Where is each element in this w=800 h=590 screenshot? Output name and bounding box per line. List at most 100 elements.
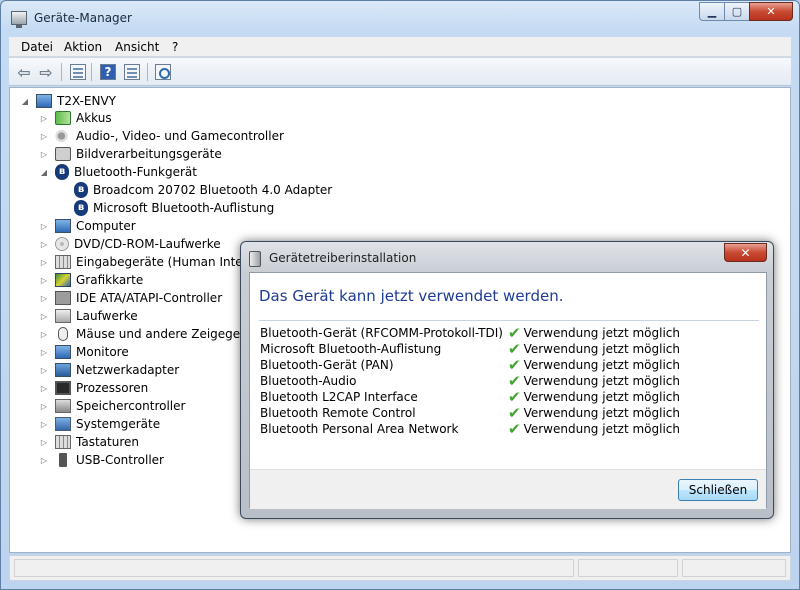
- tree-node-label: Prozessoren: [76, 381, 149, 395]
- caption-buttons: ▁ ▢ ✕: [699, 2, 793, 22]
- tree-node-keyboards[interactable]: ▷ Tastaturen: [39, 433, 139, 451]
- device-name: Bluetooth-Gerät (RFCOMM-Protokoll-TDI): [260, 326, 503, 340]
- usb-icon: [59, 453, 67, 467]
- title-bar[interactable]: Geräte-Manager ▁ ▢ ✕: [1, 1, 799, 35]
- close-icon: ✕: [740, 245, 751, 260]
- expand-arrow-icon[interactable]: ▷: [39, 366, 49, 375]
- menu-ansicht[interactable]: Ansicht: [115, 40, 159, 54]
- tree-node-computer[interactable]: ▷ Computer: [39, 217, 136, 235]
- tree-node-label: Bluetooth-Funkgerät: [74, 165, 197, 179]
- tree-root[interactable]: ◢ T2X-ENVY: [20, 92, 116, 110]
- expand-arrow-icon[interactable]: ▷: [39, 150, 49, 159]
- bluetooth-icon: ʙ: [55, 164, 69, 180]
- device-status: ✔ Verwendung jetzt möglich: [508, 372, 680, 390]
- dialog-heading: Das Gerät kann jetzt verwendet werden.: [259, 287, 564, 305]
- maximize-button[interactable]: ▢: [724, 2, 750, 21]
- tree-node-label: Monitore: [76, 345, 129, 359]
- properties-button[interactable]: [123, 63, 141, 81]
- show-hide-console-tree-button[interactable]: [69, 63, 87, 81]
- tree-node-bluetooth[interactable]: ◢ ʙ Bluetooth-Funkgerät: [39, 163, 197, 181]
- forward-button[interactable]: ⇨: [37, 63, 55, 82]
- tree-node-ms-bluetooth-enum[interactable]: ʙ Microsoft Bluetooth-Auflistung: [74, 199, 274, 217]
- tree-node-network[interactable]: ▷ Netzwerkadapter: [39, 361, 179, 379]
- expand-arrow-icon[interactable]: ▷: [39, 456, 49, 465]
- tree-node-system[interactable]: ▷ Systemgeräte: [39, 415, 160, 433]
- device-status: ✔ Verwendung jetzt möglich: [508, 324, 680, 342]
- tree-node-label: Grafikkarte: [76, 273, 144, 287]
- status-text: Verwendung jetzt möglich: [523, 326, 680, 340]
- expand-arrow-icon[interactable]: ▷: [39, 114, 49, 123]
- menu-aktion[interactable]: Aktion: [64, 40, 102, 54]
- disk-drive-icon: [55, 309, 71, 323]
- tree-node-label: Systemgeräte: [76, 417, 161, 431]
- expand-arrow-icon[interactable]: ▷: [39, 330, 49, 339]
- tree-node-storage[interactable]: ▷ Speichercontroller: [39, 397, 185, 415]
- monitor-icon: [55, 345, 71, 359]
- minimize-button[interactable]: ▁: [699, 2, 725, 21]
- collapse-arrow-icon[interactable]: ◢: [39, 168, 49, 177]
- tree-node-drives[interactable]: ▷ Laufwerke: [39, 307, 138, 325]
- tree-node-mice[interactable]: ▷ Mäuse und andere Zeigegeräte: [39, 325, 265, 343]
- processor-icon: [55, 381, 71, 395]
- status-cell: [682, 559, 786, 577]
- collapse-arrow-icon[interactable]: ◢: [20, 97, 30, 106]
- device-name: Bluetooth Remote Control: [260, 406, 416, 420]
- dialog-title: Gerätetreiberinstallation: [269, 251, 417, 265]
- dialog-close-button[interactable]: ✕: [724, 243, 767, 262]
- toolbar-separator: [147, 63, 148, 81]
- divider: [259, 320, 759, 321]
- tree-node-label: Netzwerkadapter: [76, 363, 180, 377]
- expand-arrow-icon[interactable]: ▷: [39, 222, 49, 231]
- menu-datei[interactable]: Datei: [21, 40, 53, 54]
- expand-arrow-icon[interactable]: ▷: [39, 348, 49, 357]
- tree-node-broadcom-adapter[interactable]: ʙ Broadcom 20702 Bluetooth 4.0 Adapter: [74, 181, 332, 199]
- device-status: ✔ Verwendung jetzt möglich: [508, 342, 680, 357]
- tree-node-graphics[interactable]: ▷ Grafikkarte: [39, 271, 143, 289]
- tree-node-imaging[interactable]: ▷ Bildverarbeitungsgeräte: [39, 145, 222, 163]
- storage-controller-icon: [55, 399, 71, 413]
- tree-node-dvd[interactable]: ▷ DVD/CD-ROM-Laufwerke: [39, 235, 221, 253]
- tree-node-ide[interactable]: ▷ IDE ATA/ATAPI-Controller: [39, 289, 222, 307]
- camera-icon: [55, 147, 71, 161]
- tree-node-label: Audio-, Video- und Gamecontroller: [76, 129, 284, 143]
- expand-arrow-icon[interactable]: ▷: [39, 132, 49, 141]
- checkmark-icon: ✔: [508, 372, 521, 390]
- toolbar-separator: [61, 63, 62, 81]
- device-status: ✔ Verwendung jetzt möglich: [508, 356, 680, 374]
- checkmark-icon: ✔: [508, 356, 521, 374]
- tree-node-audio[interactable]: ▷ Audio-, Video- und Gamecontroller: [39, 127, 284, 145]
- tree-node-label: Laufwerke: [76, 309, 138, 323]
- maximize-icon: ▢: [731, 5, 743, 18]
- expand-arrow-icon[interactable]: ▷: [39, 276, 49, 285]
- expand-arrow-icon[interactable]: ▷: [39, 420, 49, 429]
- menu-help[interactable]: ?: [172, 40, 178, 54]
- back-button[interactable]: ⇦: [15, 63, 33, 82]
- bluetooth-icon: ʙ: [74, 200, 88, 216]
- tree-node-processors[interactable]: ▷ Prozessoren: [39, 379, 148, 397]
- schliessen-button[interactable]: Schließen: [678, 479, 758, 501]
- expand-arrow-icon[interactable]: ▷: [39, 384, 49, 393]
- checkmark-icon: ✔: [508, 324, 521, 342]
- expand-arrow-icon[interactable]: ▷: [39, 258, 49, 267]
- status-text: Verwendung jetzt möglich: [523, 342, 680, 356]
- expand-arrow-icon[interactable]: ▷: [39, 312, 49, 321]
- tree-node-usb[interactable]: ▷ USB-Controller: [39, 451, 164, 469]
- tree-node-akkus[interactable]: ▷ Akkus: [39, 109, 112, 127]
- bluetooth-icon: ʙ: [74, 182, 88, 198]
- checkmark-icon: ✔: [508, 388, 521, 406]
- device-status: ✔ Verwendung jetzt möglich: [508, 422, 680, 437]
- help-button[interactable]: ?: [99, 63, 117, 81]
- expand-arrow-icon[interactable]: ▷: [39, 240, 49, 249]
- expand-arrow-icon[interactable]: ▷: [39, 294, 49, 303]
- tree-node-label: Mäuse und andere Zeigegeräte: [76, 327, 265, 341]
- tree-node-label: IDE ATA/ATAPI-Controller: [76, 291, 223, 305]
- menu-bar: Datei Aktion Ansicht ?: [9, 37, 791, 57]
- expand-arrow-icon[interactable]: ▷: [39, 438, 49, 447]
- close-button[interactable]: ✕: [749, 2, 793, 21]
- expand-arrow-icon[interactable]: ▷: [39, 402, 49, 411]
- tree-node-label: Bildverarbeitungsgeräte: [76, 147, 222, 161]
- tree-node-monitors[interactable]: ▷ Monitore: [39, 343, 129, 361]
- scan-hardware-button[interactable]: [154, 63, 172, 81]
- tree-node-label: Speichercontroller: [76, 399, 186, 413]
- mouse-icon: [58, 327, 68, 341]
